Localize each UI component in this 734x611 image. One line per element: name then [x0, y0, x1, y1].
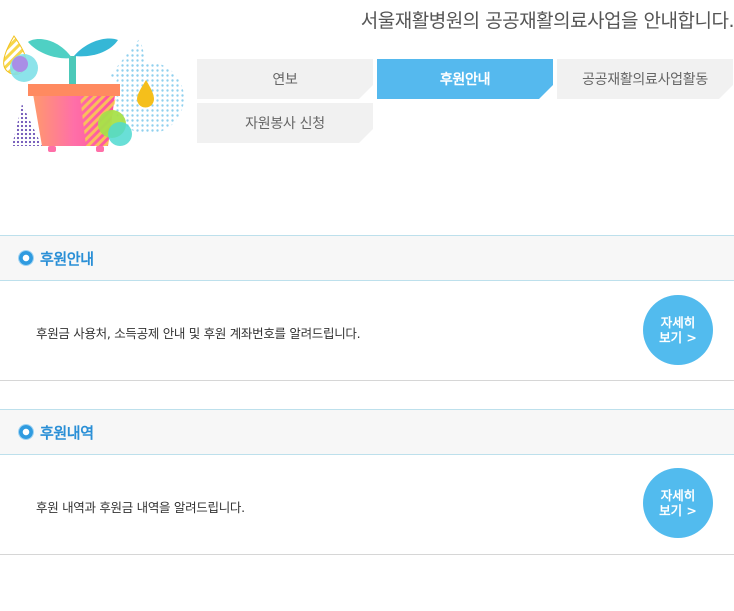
button-label-line2: 보기 > — [659, 330, 697, 345]
tab-public-rehab-activities[interactable]: 공공재활의료사업활동 — [557, 59, 733, 99]
tab-label: 연보 — [272, 72, 298, 88]
tab-label: 후원안내 — [439, 72, 491, 88]
section-body-donation-guide: 후원금 사용처, 소득공제 안내 및 후원 계좌번호를 알려드립니다. 자세히 … — [0, 281, 734, 381]
view-details-button[interactable]: 자세히 보기 > — [643, 295, 713, 365]
section-title: 후원내역 — [40, 423, 94, 442]
circle-bullet-icon — [19, 251, 33, 265]
tab-volunteer-application[interactable]: 자원봉사 신청 — [197, 103, 373, 143]
circle-bullet-icon — [19, 425, 33, 439]
tab-donation-guide[interactable]: 후원안내 — [377, 59, 553, 99]
button-label-line1: 자세히 — [660, 315, 696, 330]
button-label-line2: 보기 > — [659, 503, 697, 518]
section-header-donation-history: 후원내역 — [0, 409, 734, 455]
tab-annual-report[interactable]: 연보 — [197, 59, 373, 99]
section-description: 후원금 사용처, 소득공제 안내 및 후원 계좌번호를 알려드립니다. — [36, 326, 361, 341]
tab-label: 자원봉사 신청 — [245, 116, 325, 132]
plant-pot-illustration — [3, 35, 184, 152]
view-details-button[interactable]: 자세히 보기 > — [643, 468, 713, 538]
tab-label: 공공재활의료사업활동 — [582, 72, 708, 88]
section-header-donation-guide: 후원안내 — [0, 235, 734, 281]
page-header-title: 서울재활병원의 공공재활의료사업을 안내합니다. — [360, 10, 734, 32]
section-description: 후원 내역과 후원금 내역을 알려드립니다. — [36, 500, 245, 515]
section-title: 후원안내 — [40, 249, 94, 268]
button-label-line1: 자세히 — [660, 488, 696, 503]
section-body-donation-history: 후원 내역과 후원금 내역을 알려드립니다. 자세히 보기 > — [0, 455, 734, 555]
